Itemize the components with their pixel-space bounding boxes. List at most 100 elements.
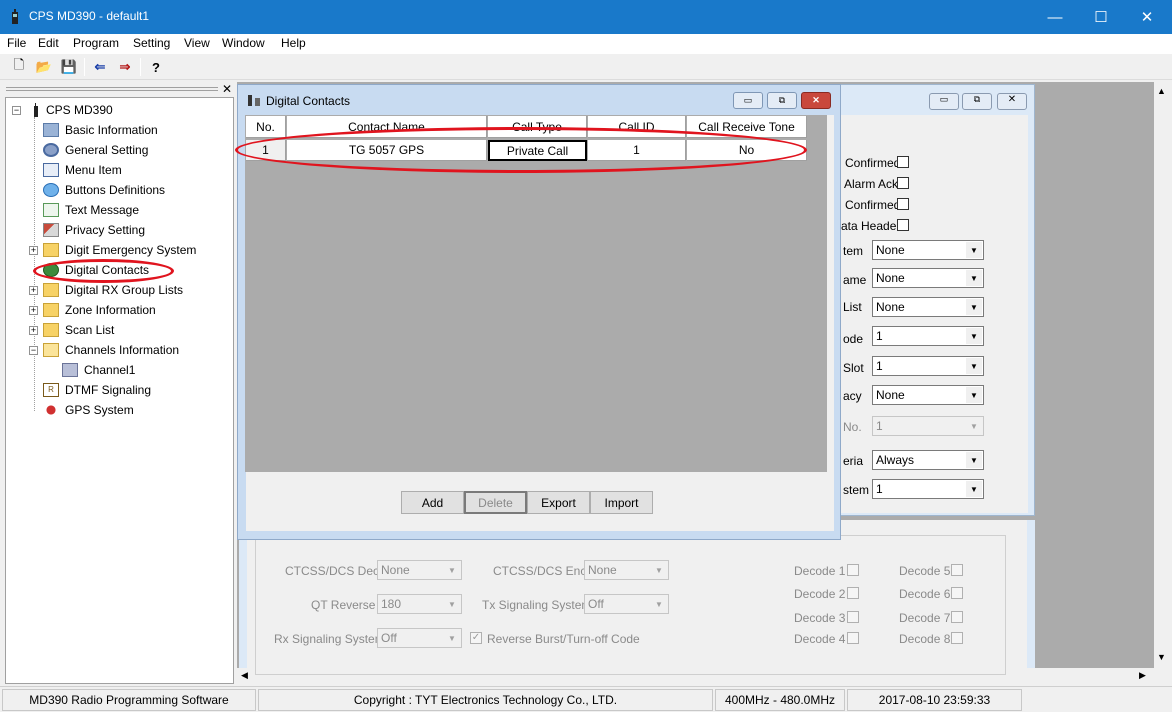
import-button[interactable]: Import bbox=[590, 491, 653, 514]
decode-7-checkbox[interactable] bbox=[951, 611, 963, 623]
contacts-grid[interactable] bbox=[245, 115, 827, 472]
menu-edit[interactable]: Edit bbox=[38, 36, 59, 50]
data-header-checkbox[interactable] bbox=[897, 219, 909, 231]
tree-item-digit-emergency-system[interactable]: Digit Emergency System bbox=[43, 241, 196, 259]
save-icon[interactable]: 💾 bbox=[59, 57, 79, 77]
scroll-down-icon[interactable]: ▼ bbox=[1157, 652, 1166, 662]
folder-icon bbox=[43, 243, 59, 257]
project-tree[interactable]: − CPS MD390 Basic Information General Se… bbox=[5, 97, 234, 684]
menu-program[interactable]: Program bbox=[73, 36, 119, 50]
privacy-no-select[interactable]: 1 ▼ bbox=[872, 416, 984, 436]
decode-5-checkbox[interactable] bbox=[951, 564, 963, 576]
decode-8-checkbox[interactable] bbox=[951, 632, 963, 644]
menu-setting[interactable]: Setting bbox=[133, 36, 170, 50]
emergency-system-select[interactable]: None ▼ bbox=[872, 240, 984, 260]
tx-signaling-select[interactable]: Off ▼ bbox=[584, 594, 669, 614]
column-header-call-id[interactable]: Call ID bbox=[588, 116, 686, 138]
expander-plus-icon[interactable]: + bbox=[29, 326, 38, 335]
new-file-icon[interactable]: 🗋 bbox=[9, 57, 29, 77]
tree-item-text-message[interactable]: Text Message bbox=[43, 201, 139, 219]
write-radio-icon[interactable]: ⇒ bbox=[115, 57, 135, 77]
ctcss-enc-select[interactable]: None ▼ bbox=[584, 560, 669, 580]
minimize-button[interactable]: — bbox=[1032, 0, 1078, 34]
tree-item-gps-system[interactable]: GPS System bbox=[43, 401, 134, 419]
scroll-right-icon[interactable]: ▶ bbox=[1139, 670, 1146, 681]
admit-criteria-select[interactable]: Always ▼ bbox=[872, 450, 984, 470]
tree-item-menu-item[interactable]: Menu Item bbox=[43, 161, 122, 179]
rx-signaling-select[interactable]: Off ▼ bbox=[377, 628, 462, 648]
scroll-up-icon[interactable]: ▲ bbox=[1157, 86, 1166, 96]
qt-reverse-select[interactable]: 180 ▼ bbox=[377, 594, 462, 614]
add-button[interactable]: Add bbox=[401, 491, 464, 514]
channel-min-button[interactable]: ▭ bbox=[929, 93, 959, 110]
gps-system-select[interactable]: 1 ▼ bbox=[872, 479, 984, 499]
tree-item-digital-contacts[interactable]: Digital Contacts bbox=[43, 261, 149, 279]
privacy-select[interactable]: None ▼ bbox=[872, 385, 984, 405]
contact-name-select[interactable]: None ▼ bbox=[872, 268, 984, 288]
menu-file[interactable]: File bbox=[7, 36, 26, 50]
tree-item-channel1[interactable]: Channel1 bbox=[62, 361, 135, 379]
tree-item-channels-information[interactable]: Channels Information bbox=[43, 341, 179, 359]
color-code-select[interactable]: 1 ▼ bbox=[872, 326, 984, 346]
tree-item-general-setting[interactable]: General Setting bbox=[43, 141, 148, 159]
export-button[interactable]: Export bbox=[527, 491, 590, 514]
contacts-minimize-button[interactable]: ▭ bbox=[733, 92, 763, 109]
tree-item-buttons-definitions[interactable]: Buttons Definitions bbox=[43, 181, 165, 199]
tree-item-label: Scan List bbox=[65, 323, 115, 337]
decode-6-checkbox[interactable] bbox=[951, 587, 963, 599]
panel-grip bbox=[6, 87, 218, 91]
group-list-select[interactable]: None ▼ bbox=[872, 297, 984, 317]
delete-button[interactable]: Delete bbox=[464, 491, 527, 514]
maximize-button[interactable]: ☐ bbox=[1078, 0, 1124, 34]
folder-icon bbox=[43, 303, 59, 317]
decode-2-checkbox[interactable] bbox=[847, 587, 859, 599]
decode-4-checkbox[interactable] bbox=[847, 632, 859, 644]
read-radio-icon[interactable]: ⇐ bbox=[90, 57, 110, 77]
contacts-close-button[interactable]: ✕ bbox=[801, 92, 831, 109]
panel-close-icon[interactable]: ✕ bbox=[222, 82, 232, 96]
scroll-left-icon[interactable]: ◀ bbox=[241, 670, 248, 681]
alarm-ack-checkbox[interactable] bbox=[897, 177, 909, 189]
table-cell-call-id[interactable]: 1 bbox=[588, 140, 686, 161]
expander-plus-icon[interactable]: + bbox=[29, 306, 38, 315]
menu-view[interactable]: View bbox=[184, 36, 210, 50]
tree-item-basic-information[interactable]: Basic Information bbox=[43, 121, 158, 139]
tree-root[interactable]: CPS MD390 bbox=[28, 101, 113, 119]
menu-window[interactable]: Window bbox=[222, 36, 265, 50]
table-cell-contact-name[interactable]: TG 5057 GPS bbox=[287, 140, 487, 161]
decode-1-checkbox[interactable] bbox=[847, 564, 859, 576]
confirmed-checkbox[interactable] bbox=[897, 156, 909, 168]
table-cell-call-receive-tone[interactable]: No bbox=[687, 140, 807, 161]
column-header-call-type[interactable]: Call Type bbox=[488, 116, 587, 138]
column-header-no[interactable]: No. bbox=[246, 116, 286, 138]
tree-item-privacy-setting[interactable]: Privacy Setting bbox=[43, 221, 145, 239]
menu-help[interactable]: Help bbox=[281, 36, 306, 50]
repeater-slot-select[interactable]: 1 ▼ bbox=[872, 356, 984, 376]
expander-minus-icon[interactable]: − bbox=[12, 106, 21, 115]
open-folder-icon[interactable]: 📂 bbox=[34, 57, 54, 77]
tree-item-scan-list[interactable]: Scan List bbox=[43, 321, 114, 339]
table-cell-call-type[interactable]: Private Call bbox=[488, 140, 587, 161]
ctcss-dec-select[interactable]: None ▼ bbox=[377, 560, 462, 580]
confirmed2-checkbox[interactable] bbox=[897, 198, 909, 210]
alarm-ack-label: Alarm Ack bbox=[844, 177, 899, 191]
tree-item-digital-rx-group-lists[interactable]: Digital RX Group Lists bbox=[43, 281, 183, 299]
channel-restore-button[interactable]: ⧉ bbox=[962, 93, 992, 110]
tree-item-zone-information[interactable]: Zone Information bbox=[43, 301, 156, 319]
column-header-call-receive-tone[interactable]: Call Receive Tone bbox=[687, 116, 807, 138]
column-header-contact-name[interactable]: Contact Name bbox=[287, 116, 487, 138]
contacts-restore-button[interactable]: ⧉ bbox=[767, 92, 797, 109]
expander-plus-icon[interactable]: + bbox=[29, 246, 38, 255]
help-icon[interactable]: ? bbox=[146, 57, 166, 77]
vertical-scrollbar[interactable]: ▲ ▼ bbox=[1154, 82, 1171, 668]
table-cell-no[interactable]: 1 bbox=[246, 140, 286, 161]
expander-plus-icon[interactable]: + bbox=[29, 286, 38, 295]
channel-close-button[interactable]: ✕ bbox=[997, 93, 1027, 110]
tree-item-dtmf-signaling[interactable]: R DTMF Signaling bbox=[43, 381, 151, 399]
reverse-burst-checkbox[interactable]: ✓ bbox=[470, 632, 482, 644]
close-button[interactable]: ✕ bbox=[1124, 0, 1170, 34]
decode-2-label: Decode 2 bbox=[794, 587, 846, 601]
digital-contacts-title: Digital Contacts bbox=[266, 94, 351, 108]
expander-minus-icon[interactable]: − bbox=[29, 346, 38, 355]
decode-3-checkbox[interactable] bbox=[847, 611, 859, 623]
